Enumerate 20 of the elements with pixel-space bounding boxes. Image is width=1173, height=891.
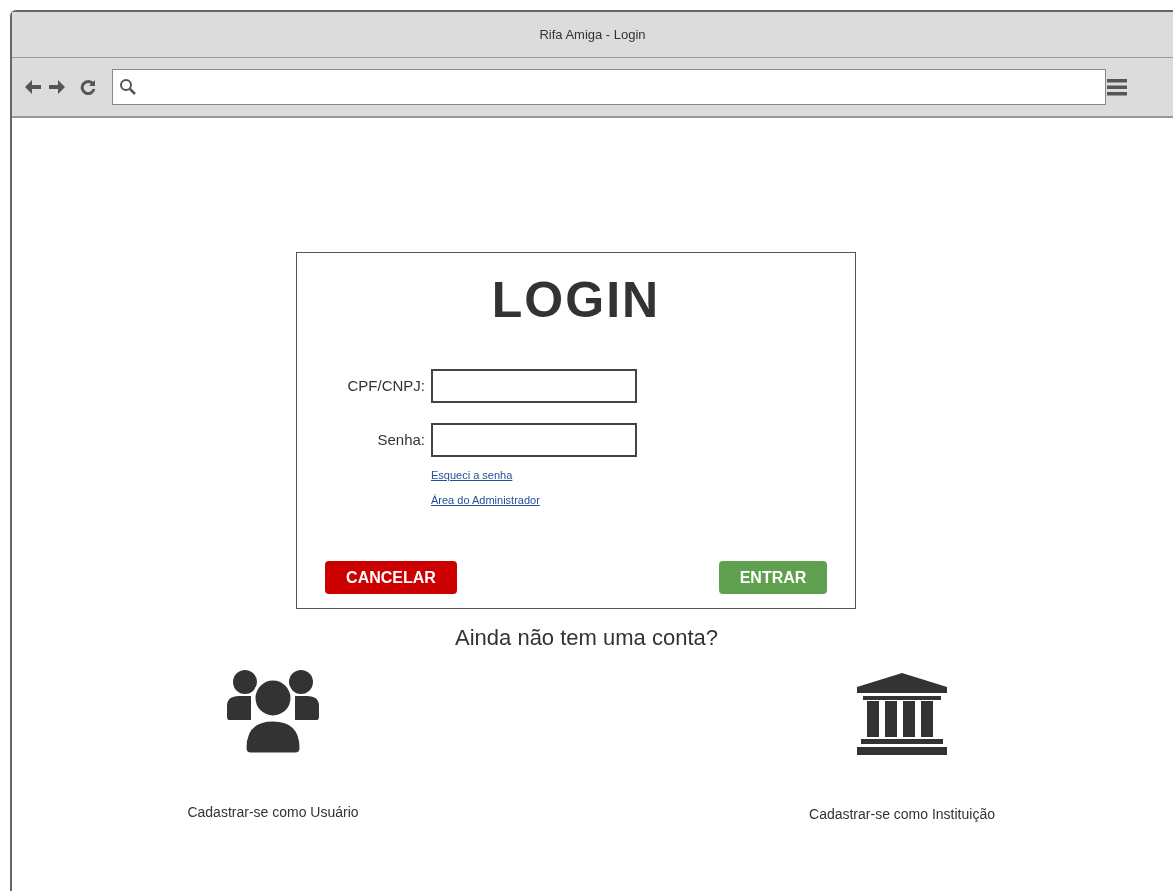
address-field[interactable] (112, 69, 1106, 105)
reload-icon[interactable] (80, 79, 96, 95)
field-label: CPF/CNPJ: (346, 375, 426, 396)
input-field[interactable] (431, 423, 637, 457)
people-icon[interactable] (225, 668, 321, 756)
cancel-button[interactable]: CANCELAR (325, 561, 457, 594)
login-heading: LOGIN (491, 275, 661, 325)
search-icon (119, 78, 137, 96)
menu-icon[interactable] (1107, 77, 1127, 97)
forward-icon[interactable] (48, 79, 66, 95)
input-field[interactable] (431, 369, 637, 403)
link[interactable]: Esqueci a senha (431, 467, 513, 484)
link[interactable]: Área do Administrador (431, 491, 540, 508)
field-label: Senha: (376, 429, 426, 450)
signup-option-label[interactable]: Cadastrar-se como Usuário (187, 802, 359, 823)
back-icon[interactable] (24, 79, 42, 95)
signup-prompt: Ainda não tem uma conta? (455, 624, 718, 652)
signup-option-label[interactable]: Cadastrar-se como Instituição (809, 804, 995, 825)
window-title: Rifa Amiga - Login (539, 25, 646, 44)
bank-icon[interactable] (857, 673, 947, 755)
